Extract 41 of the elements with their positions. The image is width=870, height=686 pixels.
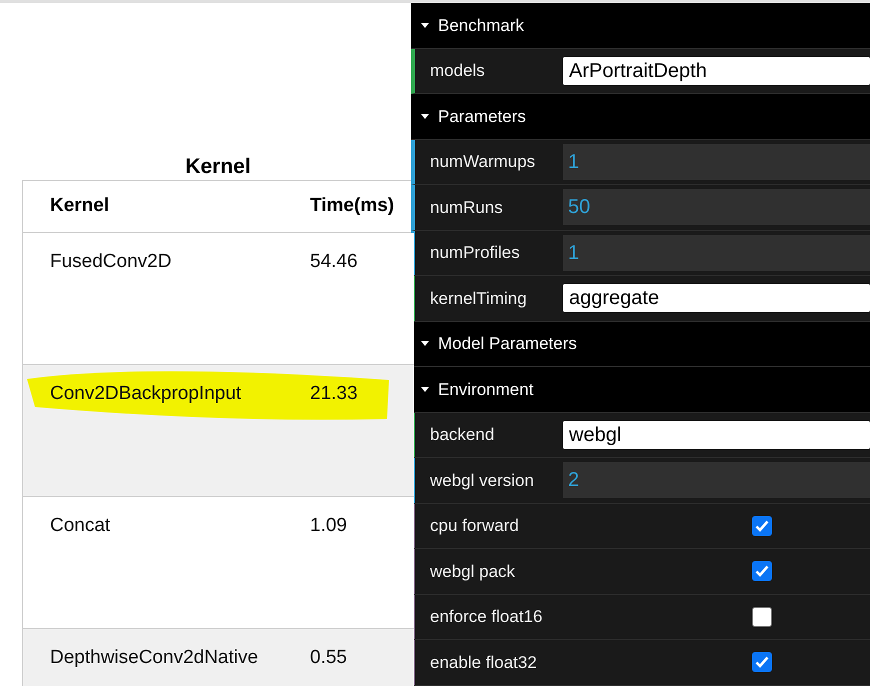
folder-header[interactable]: Model Parameters (411, 322, 870, 367)
table-cell-text: 54.46 (310, 250, 358, 274)
caret-icon (421, 114, 429, 119)
number-field[interactable]: 1 (563, 234, 870, 271)
table-cell-text: 1.09 (310, 514, 347, 538)
number-field[interactable]: 50 (563, 189, 870, 226)
checkbox[interactable] (752, 516, 772, 536)
caret-icon (421, 341, 429, 346)
checkbox[interactable] (752, 606, 772, 627)
text-field[interactable]: aggregate (563, 284, 870, 312)
control-label: numProfiles (430, 242, 521, 264)
control-label: numWarmups (430, 151, 536, 173)
table-title: Kernel (185, 154, 251, 180)
column-header: Time(ms) (310, 194, 394, 218)
control-label: kernelTiming (430, 288, 528, 310)
checkbox[interactable] (752, 561, 772, 582)
check-icon (755, 520, 769, 532)
text-field[interactable]: webgl (563, 420, 870, 449)
control-label: numRuns (430, 196, 504, 218)
checkbox[interactable] (752, 652, 772, 672)
table-cell-text: 21.33 (310, 382, 358, 406)
control-label: cpu forward (430, 515, 520, 537)
column-header: Kernel (50, 194, 110, 218)
control-label: models (430, 60, 486, 82)
caret-icon (421, 386, 429, 392)
table-cell-text: DepthwiseConv2dNative (50, 646, 260, 670)
caret-icon (421, 22, 429, 28)
table-cell-text: FusedConv2D (50, 250, 172, 274)
check-icon (755, 656, 769, 668)
control-label: enable float32 (430, 652, 538, 674)
number-field[interactable]: 2 (563, 462, 870, 498)
table-cell-text: Concat (50, 514, 112, 538)
number-field[interactable]: 1 (563, 144, 870, 180)
control-label: backend (430, 424, 496, 446)
table-cell-text: Conv2DBackpropInput (50, 382, 242, 406)
table-cell-text: 0.55 (310, 646, 347, 670)
control-label: webgl pack (430, 560, 516, 582)
check-icon (755, 565, 769, 578)
text-field[interactable]: ArPortraitDepth (563, 56, 870, 85)
control-label: enforce float16 (430, 606, 544, 628)
control-label: webgl version (430, 470, 535, 492)
